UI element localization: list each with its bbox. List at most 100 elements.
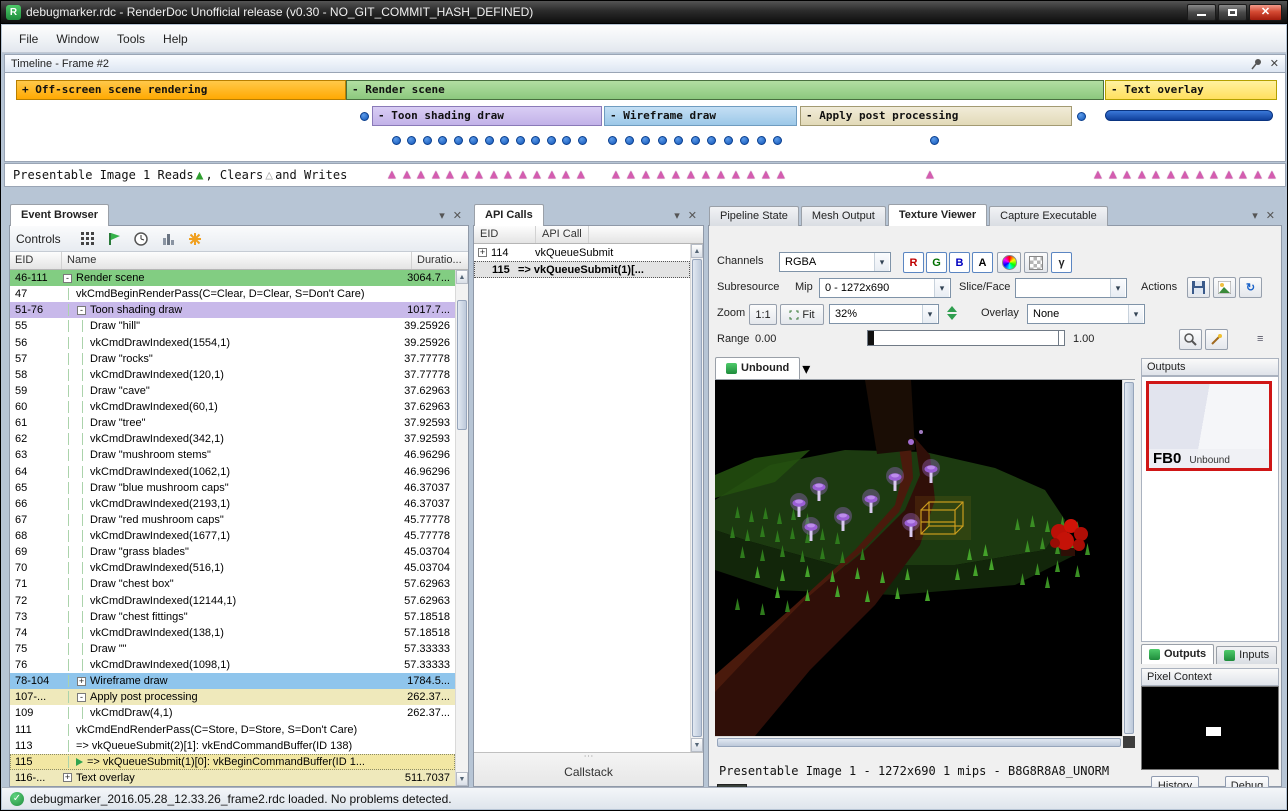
save-button[interactable] [1187, 277, 1210, 298]
panel-menu-icon[interactable]: ▾ [674, 209, 680, 222]
gamma-button[interactable]: γ [1051, 252, 1072, 273]
timeline-bar[interactable]: - Wireframe draw [604, 106, 797, 126]
event-row[interactable]: 74 vkCmdDrawIndexed(138,1) 57.18518 [10, 625, 455, 641]
write-triangle-icon[interactable]: ▲ [687, 168, 695, 181]
tree-expander-icon[interactable]: + [63, 773, 72, 782]
api-calls-scrollbar[interactable]: ▲ ▼ [690, 244, 703, 752]
scroll-up-icon[interactable]: ▲ [691, 244, 703, 258]
event-row[interactable]: 47 vkCmdBeginRenderPass(C=Clear, D=Clear… [10, 286, 455, 302]
tab-event-browser[interactable]: Event Browser [10, 204, 109, 226]
write-triangle-icon[interactable]: ▲ [1239, 168, 1247, 181]
event-dot[interactable] [360, 112, 369, 121]
write-triangle-icon[interactable]: ▲ [672, 168, 680, 181]
menu-item[interactable]: File [10, 28, 47, 50]
event-row[interactable]: 66 vkCmdDrawIndexed(2193,1) 46.37037 [10, 496, 455, 512]
range-zoom-button[interactable] [1179, 329, 1202, 350]
star-icon[interactable] [187, 230, 204, 247]
write-triangle-icon[interactable]: ▲ [1268, 168, 1276, 181]
flag-icon[interactable] [106, 230, 123, 247]
range-max-value[interactable]: 1.00 [1073, 333, 1094, 345]
write-triangle-icon[interactable]: ▲ [417, 168, 425, 181]
draw-range-pill[interactable] [1105, 110, 1273, 121]
write-triangle-icon[interactable]: ▲ [533, 168, 541, 181]
event-row[interactable]: 51-76 - Toon shading draw 1017.7... [10, 302, 455, 318]
tab-unbound-texture[interactable]: Unbound [715, 357, 800, 379]
right-panel-tab[interactable]: Texture Viewer [888, 204, 987, 226]
timeline-bar[interactable]: + Off-screen scene rendering [16, 80, 346, 100]
event-dot[interactable] [392, 136, 401, 145]
event-dot[interactable] [500, 136, 509, 145]
event-row[interactable]: 68 vkCmdDrawIndexed(1677,1) 45.77778 [10, 528, 455, 544]
event-dot[interactable] [516, 136, 525, 145]
event-row[interactable]: 75 Draw "" 57.33333 [10, 641, 455, 657]
menu-item[interactable]: Help [154, 28, 197, 50]
write-triangle-icon[interactable]: ▲ [1210, 168, 1218, 181]
bar-chart-icon[interactable] [160, 230, 177, 247]
event-row[interactable]: 116-... + Text overlay 511.7037 [10, 770, 455, 786]
thumbnail-tab[interactable]: Inputs [1216, 646, 1277, 664]
write-triangle-icon[interactable]: ▲ [562, 168, 570, 181]
right-panel-tab[interactable]: Mesh Output [801, 206, 886, 226]
column-eid[interactable]: EID [10, 252, 62, 269]
event-row[interactable]: 61 Draw "tree" 37.92593 [10, 415, 455, 431]
export-button[interactable] [1213, 277, 1236, 298]
scrollbar-thumb[interactable] [692, 259, 702, 737]
write-triangle-icon[interactable]: ▲ [762, 168, 770, 181]
write-triangle-icon[interactable]: ▲ [1181, 168, 1189, 181]
maximize-button[interactable] [1218, 4, 1247, 21]
event-dot[interactable] [608, 136, 617, 145]
write-triangle-icon[interactable]: ▲ [777, 168, 785, 181]
callstack-section[interactable]: ⋯ Callstack [474, 752, 703, 786]
event-row[interactable]: 71 Draw "chest box" 57.62963 [10, 576, 455, 592]
scrollbar-thumb[interactable] [1124, 382, 1134, 734]
write-triangle-icon[interactable]: ▲ [642, 168, 650, 181]
scroll-down-icon[interactable]: ▼ [456, 772, 468, 786]
write-triangle-icon[interactable]: ▲ [504, 168, 512, 181]
event-row[interactable]: 76 vkCmdDrawIndexed(1098,1) 57.33333 [10, 657, 455, 673]
write-triangle-icon[interactable]: ▲ [1138, 168, 1146, 181]
event-dot[interactable] [531, 136, 540, 145]
write-triangle-icon[interactable]: ▲ [388, 168, 396, 181]
event-dot[interactable] [438, 136, 447, 145]
write-triangle-icon[interactable]: ▲ [1254, 168, 1262, 181]
timeline-bar[interactable]: - Apply post processing [800, 106, 1072, 126]
grid-icon[interactable] [79, 230, 96, 247]
fb0-thumbnail[interactable]: FB0 Unbound [1146, 381, 1272, 471]
event-dot[interactable] [578, 136, 587, 145]
write-triangle-icon[interactable]: ▲ [926, 168, 934, 181]
range-slider-black-handle[interactable] [868, 331, 874, 345]
event-row[interactable]: 63 Draw "mushroom stems" 46.96296 [10, 447, 455, 463]
event-row[interactable]: 78-104 + Wireframe draw 1784.5... [10, 673, 455, 689]
event-row[interactable]: 59 Draw "cave" 37.62963 [10, 383, 455, 399]
splitter-grip-icon[interactable]: ⋯ [474, 753, 703, 761]
channel-toggle-button[interactable]: G [926, 252, 947, 273]
event-row[interactable]: 115 => vkQueueSubmit(1)[0]: vkBeginComma… [10, 754, 455, 770]
texture-list-icon[interactable]: ▾ [802, 361, 810, 378]
panel-menu-icon[interactable]: ▾ [439, 209, 445, 222]
event-row[interactable]: 57 Draw "rocks" 37.77778 [10, 351, 455, 367]
event-dot[interactable] [691, 136, 700, 145]
event-row[interactable]: 107-... - Apply post processing 262.37..… [10, 689, 455, 705]
pin-icon[interactable] [1251, 58, 1262, 70]
event-dot[interactable] [625, 136, 634, 145]
write-triangle-icon[interactable]: ▲ [747, 168, 755, 181]
write-triangle-icon[interactable]: ▲ [1109, 168, 1117, 181]
event-row[interactable]: 73 Draw "chest fittings" 57.18518 [10, 609, 455, 625]
timeline-bar[interactable]: - Toon shading draw [372, 106, 602, 126]
scroll-up-icon[interactable]: ▲ [456, 270, 468, 284]
event-row[interactable]: 67 Draw "red mushroom caps" 45.77778 [10, 512, 455, 528]
mip-select[interactable]: 0 - 1272x690▾ [819, 278, 951, 298]
write-triangle-icon[interactable]: ▲ [490, 168, 498, 181]
event-row[interactable]: 113 => vkQueueSubmit(2)[1]: vkEndCommand… [10, 738, 455, 754]
column-api-call[interactable]: API Call [536, 226, 589, 243]
write-triangle-icon[interactable]: ▲ [446, 168, 454, 181]
event-dot[interactable] [485, 136, 494, 145]
scrollbar-thumb[interactable] [457, 300, 467, 430]
write-triangle-icon[interactable]: ▲ [1152, 168, 1160, 181]
event-dot[interactable] [562, 136, 571, 145]
event-row[interactable]: 60 vkCmdDrawIndexed(60,1) 37.62963 [10, 399, 455, 415]
tree-expander-icon[interactable]: + [77, 677, 86, 686]
fit-button[interactable]: Fit [780, 304, 824, 325]
tree-expander-icon[interactable]: - [77, 693, 86, 702]
zoom-1to1-button[interactable]: 1:1 [749, 304, 777, 325]
